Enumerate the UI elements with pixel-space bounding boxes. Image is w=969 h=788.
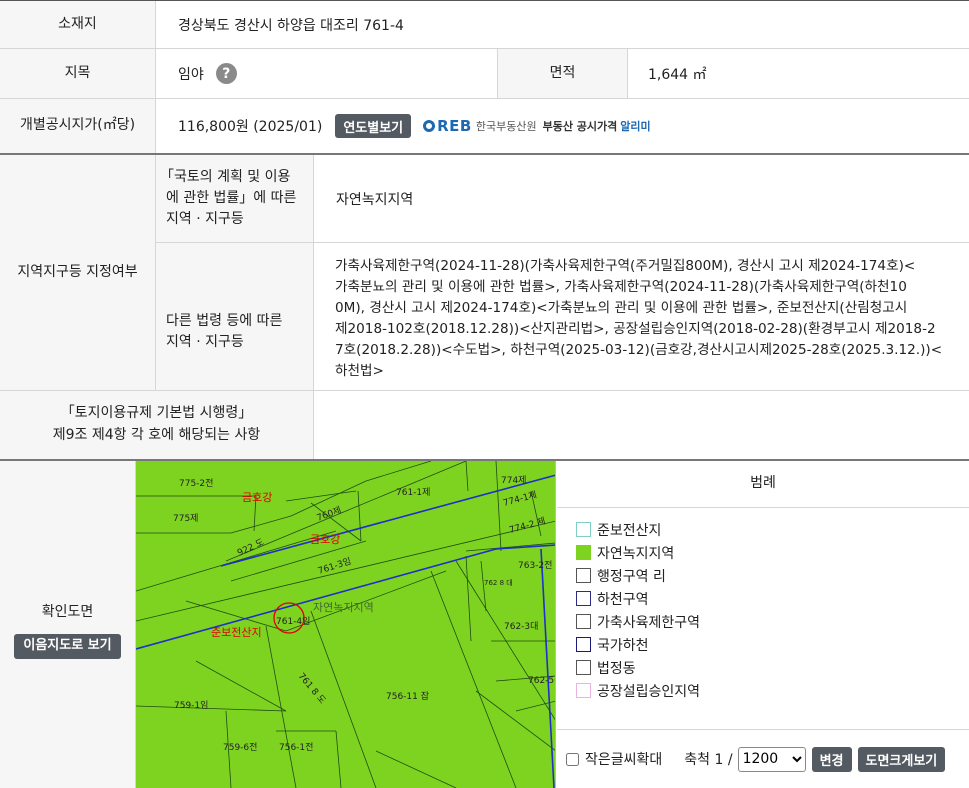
price-label: 개별공시지가(㎡당) <box>0 99 156 153</box>
price-value: 116,800원 (2025/01) <box>178 119 323 135</box>
zone-label-river: 금호강 <box>242 491 272 504</box>
enforcement-value <box>314 391 969 459</box>
other-law-line: 가축분뇨의 관리 및 이용에 관한 법률>, 가축사육제한구역(2024-11-… <box>335 279 907 296</box>
other-law-line: 제2018-102호(2018.12.28))<산지관리법>, 공장설립승인지역… <box>335 321 936 338</box>
area-label: 면적 <box>498 49 628 99</box>
parcel-label: 775-2전 <box>179 478 213 489</box>
parcel-label: 756-11 잡 <box>386 690 429 702</box>
zone-label: 지역지구등 지정여부 <box>0 155 156 391</box>
parcel-label: 759-6전 <box>223 742 257 753</box>
view-map-button[interactable]: 이음지도로 보기 <box>14 633 121 659</box>
other-law-line: 0M), 경산시 고시 제2024-174호)<가축분뇨의 관리 및 이용에 관… <box>335 300 908 317</box>
enforcement-label: 「토지이용규제 기본법 시행령」 제9조 제4항 각 호에 해당되는 사항 <box>0 391 314 459</box>
yearly-view-button[interactable]: 연도별보기 <box>335 114 412 138</box>
location-value: 경상북도 경산시 하양읍 대조리 761-4 <box>156 1 969 49</box>
parcel-label: 756-1전 <box>279 742 313 753</box>
zone-label-river: 금호강 <box>310 533 340 546</box>
other-law-label: 다른 법령 등에 따른 지역 · 지구등 <box>156 243 314 391</box>
parcel-label: 762-5전 <box>528 675 556 686</box>
parcel-label: 762-3대 <box>504 621 538 632</box>
parcel-label: 761-4임 <box>276 615 310 627</box>
map-controls: 작은글씨확대 축척 1 / 1200 변경 도면크게보기 <box>557 729 969 788</box>
legend-list: 준보전산지 자연녹지지역 행정구역 리 하천구역 가축사육제한구역 국가하천 법… <box>576 518 700 702</box>
planning-law-label-line: 「국토의 계획 및 이용 <box>160 169 291 185</box>
planning-law-label-line: 에 관한 법률」에 따른 <box>166 190 297 206</box>
legend-swatch <box>576 614 591 629</box>
other-law-line: 7호(2018.2.28))<수도법>, 하천구역(2025-03-12)(금호… <box>335 342 943 359</box>
parcel-label: 775제 <box>173 513 198 524</box>
legend-swatch <box>576 637 591 652</box>
legend-item-label: 국가하천 <box>597 637 649 654</box>
planning-law-value: 자연녹지지역 <box>314 155 969 243</box>
other-law-label-line: 지역 · 지구등 <box>166 333 244 350</box>
parcel-label: 763-2전 <box>518 560 552 571</box>
map-section-label: 확인도면 <box>41 604 94 621</box>
legend-item: 자연녹지지역 <box>576 541 700 564</box>
parcel-label: 759-1임 <box>174 699 208 711</box>
reb-link[interactable]: REB 한국부동산원 부동산 공시가격 알리미 <box>423 117 651 135</box>
zone-label-green: 자연녹지지역 <box>313 601 374 614</box>
legend-item: 준보전산지 <box>576 518 700 541</box>
help-icon[interactable]: ? <box>215 63 237 84</box>
area-value: 1,644 ㎡ <box>628 49 969 99</box>
map-section-label-cell: 확인도면 이음지도로 보기 <box>0 461 136 788</box>
zone-label-forest: 준보전산지 <box>211 626 262 639</box>
legend-item: 하천구역 <box>576 587 700 610</box>
parcel-label: 761-1제 <box>396 487 430 498</box>
legend-swatch <box>576 522 591 537</box>
legend-swatch <box>576 545 591 560</box>
legend-item-label: 행정구역 리 <box>597 568 666 585</box>
location-label: 소재지 <box>0 1 156 49</box>
legend-item: 법정동 <box>576 656 700 679</box>
land-category-value: 임야 <box>178 66 204 83</box>
other-law-label-line: 다른 법령 등에 따른 <box>166 312 283 329</box>
land-category-cell: 임야 ? <box>156 49 498 99</box>
scale-select[interactable]: 1200 <box>737 746 806 772</box>
legend-item-label: 공장설립승인지역 <box>597 683 701 700</box>
legend-item: 행정구역 리 <box>576 564 700 587</box>
planning-law-label-line: 지역 · 지구등 <box>166 211 244 227</box>
legend-swatch <box>576 568 591 583</box>
legend-swatch <box>576 591 591 606</box>
legend-swatch <box>576 683 591 698</box>
change-scale-button[interactable]: 변경 <box>811 746 852 772</box>
other-law-line: 가축사육제한구역(2024-11-28)(가축사육제한구역(주거밀집800M),… <box>335 258 916 274</box>
legend-item: 공장설립승인지역 <box>576 679 700 702</box>
small-text-checkbox[interactable] <box>566 752 579 766</box>
enforcement-label-line: 제9조 제4항 각 호에 해당되는 사항 <box>52 427 261 443</box>
reb-logo-icon: REB <box>423 117 472 135</box>
reb-service-accent: 알리미 <box>620 120 651 133</box>
enlarge-map-button[interactable]: 도면크게보기 <box>857 746 946 772</box>
planning-law-label: 「국토의 계획 및 이용 에 관한 법률」에 따른 지역 · 지구등 <box>156 155 314 243</box>
other-law-value: 가축사육제한구역(2024-11-28)(가축사육제한구역(주거밀집800M),… <box>314 243 969 391</box>
legend-item-label: 하천구역 <box>597 591 649 608</box>
legend-title: 범례 <box>557 461 969 508</box>
parcel-label: 774제 <box>501 475 526 486</box>
price-cell: 116,800원 (2025/01) 연도별보기 REB 한국부동산원 부동산 … <box>156 99 969 153</box>
parcel-map[interactable]: 775-2전 775제 760제 761-1제 774제 774-1제 774-… <box>136 461 556 788</box>
legend-item-label: 자연녹지지역 <box>597 545 675 562</box>
other-law-line: 하천법> <box>335 363 384 380</box>
land-category-label: 지목 <box>0 49 156 99</box>
small-text-label[interactable]: 작은글씨확대 <box>585 749 662 769</box>
reb-service: 부동산 공시가격 <box>542 120 618 133</box>
scale-label: 축척 1 / <box>684 752 733 768</box>
legend-panel: 범례 준보전산지 자연녹지지역 행정구역 리 하천구역 가축사육제한구역 국가하… <box>557 461 969 788</box>
parcel-map-svg: 775-2전 775제 760제 761-1제 774제 774-1제 774-… <box>136 461 556 788</box>
parcel-label: 762 8 대 <box>484 579 513 587</box>
legend-swatch <box>576 660 591 675</box>
legend-item: 국가하천 <box>576 633 700 656</box>
legend-item-label: 가축사육제한구역 <box>597 614 701 631</box>
legend-item-label: 준보전산지 <box>597 522 662 539</box>
legend-item: 가축사육제한구역 <box>576 610 700 633</box>
reb-org: 한국부동산원 <box>475 120 537 133</box>
enforcement-label-line: 「토지이용규제 기본법 시행령」 <box>60 405 253 422</box>
legend-item-label: 법정동 <box>597 660 636 677</box>
